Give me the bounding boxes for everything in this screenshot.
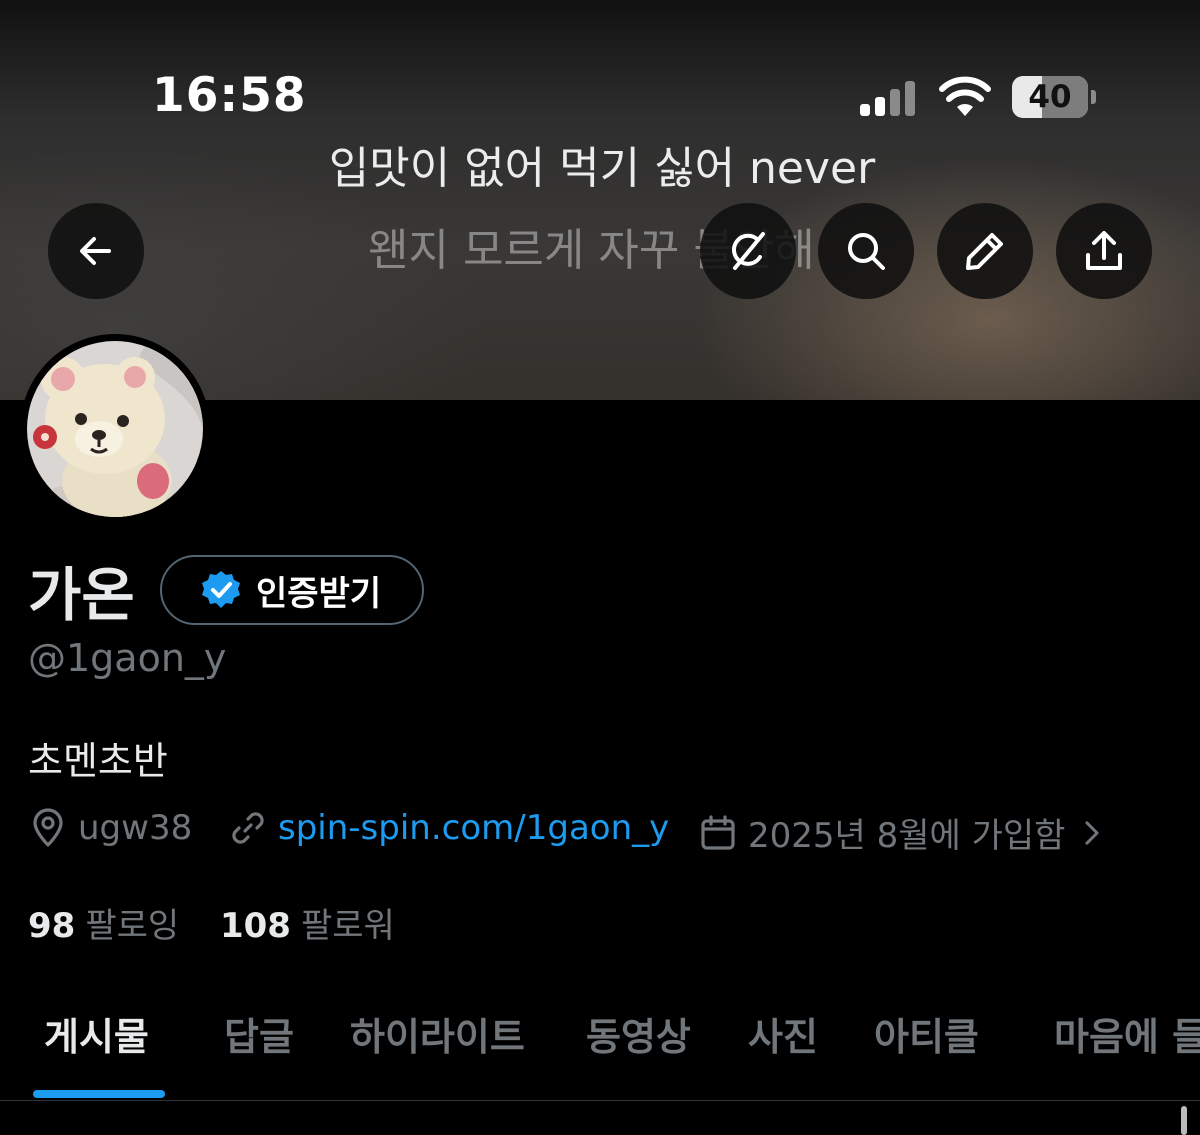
battery-icon: 40 bbox=[1012, 76, 1088, 118]
handle: @1gaon_y bbox=[28, 636, 227, 680]
website-item[interactable]: spin-spin.com/1gaon_y bbox=[228, 808, 669, 848]
pencil-icon bbox=[966, 233, 1003, 270]
joined-item[interactable]: 2025년 8월에 가입함 bbox=[698, 808, 1109, 857]
search-icon bbox=[848, 233, 885, 270]
display-name: 가온 bbox=[28, 561, 135, 629]
location-pin-icon bbox=[33, 808, 63, 847]
share-button[interactable] bbox=[1056, 203, 1152, 299]
joined-text: 2025년 8월에 가입함 bbox=[748, 816, 1066, 856]
following-label: 팔로잉 bbox=[85, 906, 180, 946]
calendar-icon bbox=[701, 814, 735, 850]
battery-tip bbox=[1091, 90, 1096, 104]
grok-icon bbox=[732, 232, 765, 270]
search-button[interactable] bbox=[818, 203, 914, 299]
grok-button[interactable] bbox=[700, 203, 796, 299]
followers-label: 팔로워 bbox=[300, 906, 395, 946]
tab-videos[interactable]: 동영상 bbox=[586, 1006, 691, 1061]
profile-screen: 16:58 40 입맛이 없어 먹기 싫어 never 왠지 모르게 자꾸 불안… bbox=[0, 0, 1200, 1135]
wifi-icon bbox=[939, 76, 991, 116]
tabs-divider bbox=[0, 1100, 1200, 1101]
following-stat[interactable]: 98 팔로잉 bbox=[28, 906, 190, 946]
battery-level: 40 bbox=[1028, 79, 1072, 115]
edit-button[interactable] bbox=[937, 203, 1033, 299]
profile-tabs: 게시물 답글 하이라이트 동영상 사진 아티클 마음에 들어요 bbox=[0, 1000, 1200, 1100]
profile-meta-row: ugw38 spin-spin.com/1gaon_y 2025년 8월에 가입… bbox=[28, 808, 1200, 864]
followers-stat[interactable]: 108 팔로워 bbox=[220, 906, 395, 946]
share-icon bbox=[1086, 231, 1122, 270]
website-link[interactable]: spin-spin.com/1gaon_y bbox=[278, 808, 669, 848]
status-time: 16:58 bbox=[152, 68, 307, 123]
profile-banner[interactable] bbox=[0, 0, 1200, 400]
back-button[interactable] bbox=[48, 203, 144, 299]
follow-stats: 98 팔로잉 108 팔로워 bbox=[28, 898, 395, 947]
lyric-line-1-text: 입맛이 없어 먹기 싫어 never bbox=[328, 143, 876, 194]
avatar[interactable] bbox=[20, 334, 210, 524]
scrollbar[interactable] bbox=[1181, 1106, 1187, 1135]
link-icon bbox=[232, 812, 264, 844]
arrow-left-icon bbox=[80, 237, 111, 265]
get-verified-label: 인증받기 bbox=[256, 573, 382, 614]
tab-highlights[interactable]: 하이라이트 bbox=[350, 1006, 525, 1061]
tab-articles[interactable]: 아티클 bbox=[874, 1006, 979, 1061]
active-tab-indicator bbox=[33, 1090, 165, 1098]
tab-replies[interactable]: 답글 bbox=[224, 1006, 294, 1061]
get-verified-button[interactable]: 인증받기 bbox=[160, 555, 424, 625]
location-item: ugw38 bbox=[28, 808, 192, 848]
cellular-signal-icon bbox=[860, 80, 920, 116]
avatar-bear-image bbox=[27, 341, 203, 517]
verified-badge-icon bbox=[202, 571, 240, 608]
lyric-line-1: 입맛이 없어 먹기 싫어 never bbox=[0, 132, 1200, 196]
tab-photos[interactable]: 사진 bbox=[748, 1006, 818, 1061]
tab-likes[interactable]: 마음에 들어요 bbox=[1054, 1006, 1200, 1061]
tab-posts[interactable]: 게시물 bbox=[44, 1006, 149, 1061]
location-text: ugw38 bbox=[78, 808, 193, 848]
bio: 초멘초반 bbox=[28, 739, 168, 783]
chevron-right-icon bbox=[1085, 820, 1100, 845]
followers-count: 108 bbox=[219, 906, 291, 946]
following-count: 98 bbox=[28, 906, 76, 946]
